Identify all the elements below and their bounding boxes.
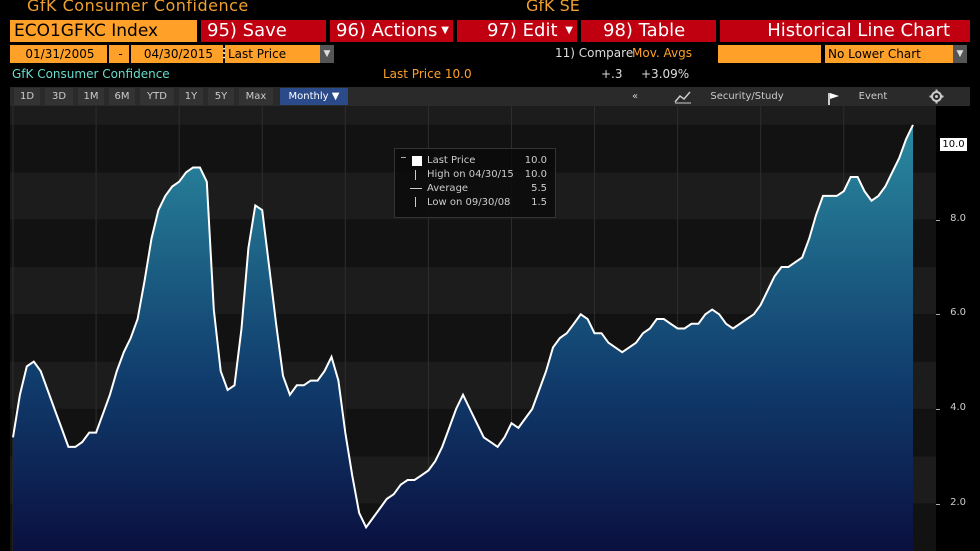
grid-band xyxy=(10,106,936,125)
range-5y-button[interactable]: 5Y xyxy=(208,88,234,105)
field-selector[interactable]: Last Price xyxy=(225,45,320,63)
change-value: +.3 xyxy=(601,67,623,81)
last-value-badge: 10.0 xyxy=(940,138,967,151)
event-button[interactable]: Event xyxy=(850,88,896,105)
period-selector[interactable]: Monthly ▼ xyxy=(280,88,348,105)
low-marker-icon xyxy=(415,197,416,207)
change-percent: +3.09% xyxy=(641,67,690,81)
series-name: GfK Consumer Confidence xyxy=(12,67,170,81)
collapse-icon[interactable]: « xyxy=(626,88,644,105)
chevron-down-icon[interactable]: ▼ xyxy=(953,45,967,63)
y-tick-mark xyxy=(936,314,940,316)
window-subtitle: GfK SE xyxy=(526,0,580,15)
y-tick-label: 2.0 xyxy=(950,496,966,508)
range-1m-button[interactable]: 1M xyxy=(78,88,104,105)
y-tick-label: 4.0 xyxy=(950,401,966,413)
chevron-down-icon[interactable]: ▼ xyxy=(320,45,334,63)
legend-high-label: High on 04/30/15 xyxy=(427,169,514,180)
legend-tree-line xyxy=(401,157,406,158)
y-tick-mark xyxy=(936,219,940,221)
lower-chart-selector[interactable]: No Lower Chart xyxy=(825,45,953,63)
ticker-input[interactable]: ECO1GFKC Index xyxy=(10,20,197,42)
start-date-field[interactable]: 01/31/2005 xyxy=(10,45,107,63)
legend-low-label: Low on 09/30/08 xyxy=(427,197,511,208)
last-price-readout: Last Price 10.0 xyxy=(383,67,472,81)
date-separator: - xyxy=(109,45,129,63)
actions-label: 96) Actions xyxy=(336,20,438,41)
legend-last-price-label: Last Price xyxy=(427,155,476,166)
actions-menu[interactable]: 96) Actions ▼ xyxy=(330,20,453,42)
legend-last-price-value: 10.0 xyxy=(524,155,547,166)
security-study-button[interactable]: Security/Study xyxy=(702,88,792,105)
y-tick-mark xyxy=(936,408,940,410)
range-ytd-button[interactable]: YTD xyxy=(140,88,174,105)
chart-type-label: Historical Line Chart xyxy=(767,20,950,41)
chart-type-selector[interactable]: Historical Line Chart xyxy=(720,20,970,42)
high-marker-icon xyxy=(415,170,416,180)
range-6m-button[interactable]: 6M xyxy=(109,88,135,105)
window-title: GfK Consumer Confidence xyxy=(27,0,249,15)
mov-avgs-link[interactable]: Mov. Avgs xyxy=(632,46,692,60)
y-tick-label: 6.0 xyxy=(950,307,966,319)
chevron-down-icon: ▼ xyxy=(441,25,449,36)
range-max-button[interactable]: Max xyxy=(239,88,273,105)
edit-label: 97) Edit xyxy=(487,20,558,41)
range-1y-button[interactable]: 1Y xyxy=(179,88,203,105)
average-marker-icon xyxy=(410,188,422,189)
period-label: Monthly xyxy=(288,91,329,102)
chart-legend: Last Price 10.0 High on 04/30/15 10.0 Av… xyxy=(394,148,556,218)
legend-low-value: 1.5 xyxy=(531,197,547,208)
chevron-down-icon: ▼ xyxy=(565,25,573,36)
range-1d-button[interactable]: 1D xyxy=(14,88,40,105)
legend-average-label: Average xyxy=(427,183,469,194)
legend-high-value: 10.0 xyxy=(524,169,547,180)
legend-swatch xyxy=(412,156,422,166)
range-3d-button[interactable]: 3D xyxy=(45,88,73,105)
end-date-field[interactable]: 04/30/2015 xyxy=(131,45,223,63)
save-as-button[interactable]: 95) Save As... xyxy=(201,20,326,63)
edit-menu[interactable]: 97) Edit ▼ xyxy=(457,20,577,42)
compare-field[interactable] xyxy=(718,45,821,63)
table-label: 98) Table xyxy=(603,20,686,41)
legend-average-value: 5.5 xyxy=(531,183,547,194)
table-button[interactable]: 98) Table xyxy=(581,20,716,42)
compare-label[interactable]: 11) Compare xyxy=(555,46,633,60)
y-tick-label: 8.0 xyxy=(950,212,966,224)
y-tick-mark xyxy=(936,503,940,505)
y-axis: 2.0 4.0 6.0 8.0 xyxy=(936,106,980,551)
chevron-down-icon: ▼ xyxy=(331,91,340,102)
